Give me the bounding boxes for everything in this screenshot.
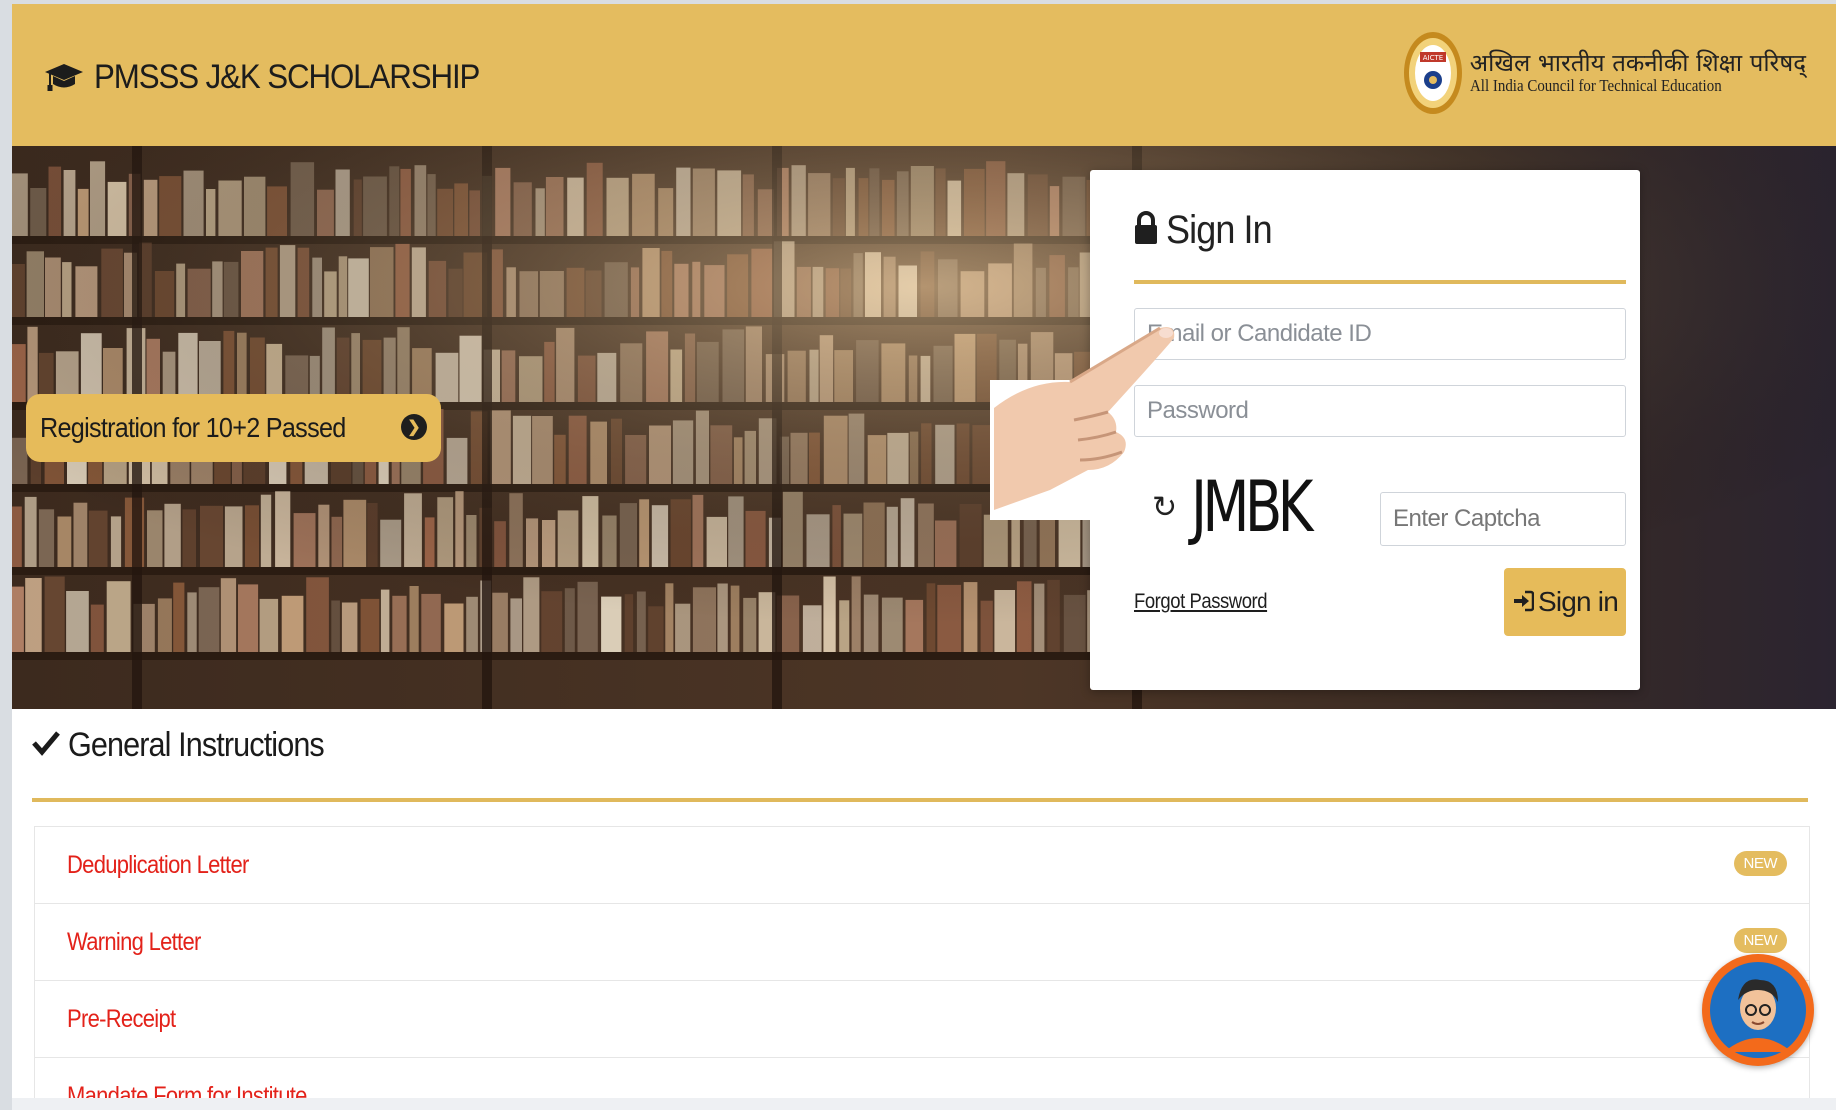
aicte-logo: AICTE अखिल भारतीय तकनीकी शिक्षा परिषद् A… xyxy=(1402,30,1806,116)
signin-divider xyxy=(1134,280,1626,284)
brand[interactable]: PMSSS J&K SCHOLARSHIP xyxy=(44,52,513,102)
warning-letter-link[interactable]: Warning Letter xyxy=(67,928,201,957)
instructions-list: Deduplication Letter NEW Warning Letter … xyxy=(34,826,1810,1110)
captcha-input[interactable] xyxy=(1380,492,1626,546)
sign-in-label: Sign in xyxy=(1537,586,1619,617)
deduplication-letter-link[interactable]: Deduplication Letter xyxy=(67,851,249,880)
svg-text:AICTE: AICTE xyxy=(1423,54,1443,62)
assistant-avatar-icon xyxy=(1710,962,1806,1058)
pre-receipt-link[interactable]: Pre-Receipt xyxy=(67,1005,176,1034)
forgot-password-link[interactable]: Forgot Password xyxy=(1134,590,1268,614)
sign-in-icon xyxy=(1512,590,1535,615)
registration-10-2-button[interactable]: Registration for 10+2 Passed ❯ xyxy=(26,394,441,462)
site-title: PMSSS J&K SCHOLARSHIP xyxy=(94,57,480,96)
signin-heading: Sign In xyxy=(1134,208,1284,253)
general-instructions-heading: General Instructions xyxy=(32,726,352,765)
top-header: PMSSS J&K SCHOLARSHIP AICTE अखिल भारतीय … xyxy=(12,4,1836,146)
signin-title: Sign In xyxy=(1166,208,1273,252)
new-badge: NEW xyxy=(1733,928,1787,953)
graduation-cap-icon xyxy=(44,60,84,94)
aicte-seal-icon: AICTE xyxy=(1402,30,1464,116)
chevron-circle-right-icon: ❯ xyxy=(401,414,427,440)
list-item[interactable]: Warning Letter NEW xyxy=(35,904,1809,981)
list-item[interactable]: Deduplication Letter NEW xyxy=(35,827,1809,904)
page: PMSSS J&K SCHOLARSHIP AICTE अखिल भारतीय … xyxy=(12,4,1836,1110)
aicte-hindi-name: अखिल भारतीय तकनीकी शिक्षा परिषद् xyxy=(1469,49,1806,78)
email-or-candidate-id-input[interactable] xyxy=(1134,308,1626,360)
new-badge: NEW xyxy=(1733,851,1787,876)
captcha-image: JMBK xyxy=(1191,466,1313,548)
registration-label: Registration for 10+2 Passed xyxy=(40,412,346,443)
password-input[interactable] xyxy=(1134,385,1626,437)
sign-in-button[interactable]: Sign in xyxy=(1504,568,1626,636)
list-item[interactable]: Pre-Receipt xyxy=(35,981,1809,1058)
checkmark-icon xyxy=(32,730,60,761)
lock-icon xyxy=(1134,211,1158,250)
aicte-english-name: All India Council for Technical Educatio… xyxy=(1469,75,1722,95)
instructions-divider xyxy=(32,798,1808,802)
general-instructions-title: General Instructions xyxy=(68,726,325,764)
pointing-hand-image xyxy=(990,326,1175,520)
bottom-fade xyxy=(12,1098,1836,1110)
captcha-row: ↻ JMBK xyxy=(1152,466,1342,548)
chat-assistant-avatar-button[interactable] xyxy=(1702,954,1814,1066)
